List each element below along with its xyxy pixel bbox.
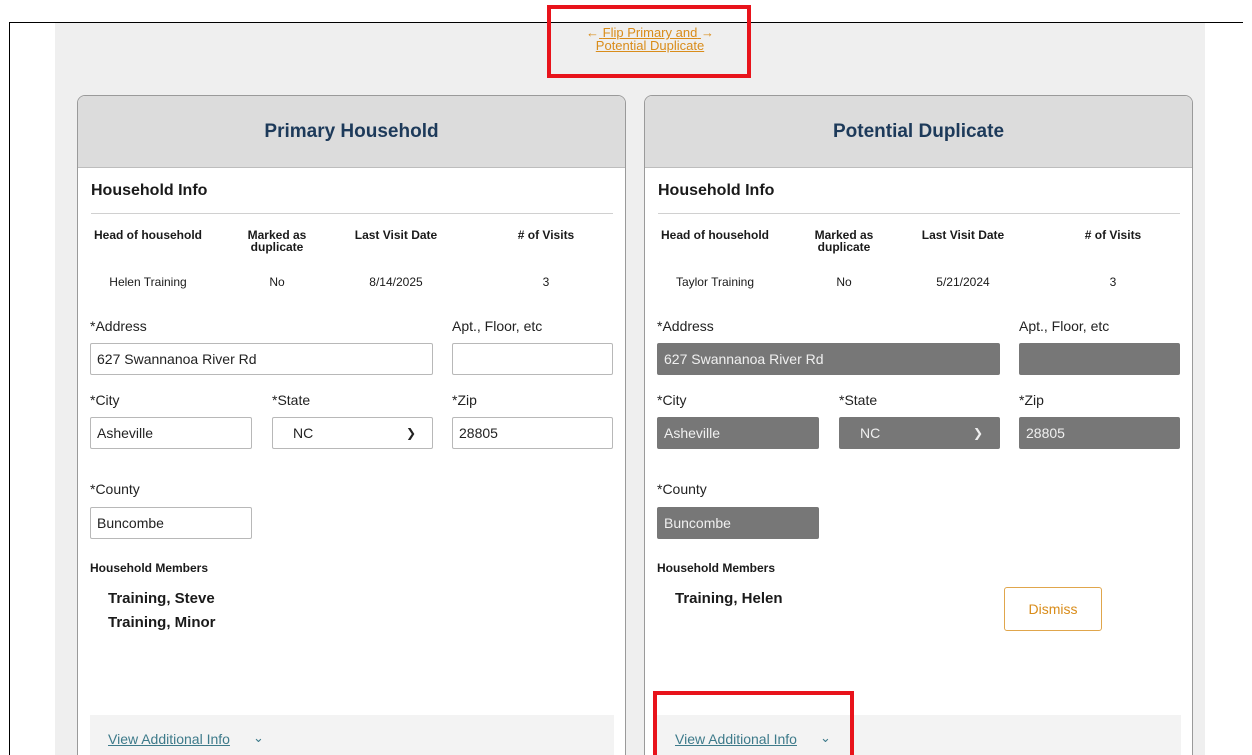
annotation-highlight-box (653, 691, 854, 755)
state-select: NC ❯ (839, 417, 1000, 449)
zip-input: 28805 (1019, 417, 1180, 449)
value-head: Taylor Training (675, 275, 755, 289)
col-header-visits: # of Visits (517, 228, 575, 242)
address-label: *Address (657, 318, 714, 334)
divider (658, 213, 1180, 214)
apt-input[interactable] (452, 343, 613, 375)
dismiss-button[interactable]: Dismiss (1004, 587, 1102, 631)
state-label: *State (272, 392, 311, 408)
section-title: Household Info (658, 182, 775, 199)
col-header-last-visit: Last Visit Date (354, 228, 438, 242)
address-input[interactable]: 627 Swannanoa River Rd (90, 343, 433, 375)
household-members-label: Household Members (657, 561, 776, 575)
city-label: *City (657, 392, 687, 408)
apt-input (1019, 343, 1180, 375)
primary-household-panel: Primary Household Household Info Head of… (77, 95, 626, 755)
value-head: Helen Training (109, 275, 187, 289)
col-header-last-visit: Last Visit Date (921, 228, 1005, 242)
value-visits: 3 (542, 275, 550, 289)
state-select[interactable]: NC ❯ (272, 417, 433, 449)
household-members-label: Household Members (90, 561, 209, 575)
county-input: Buncombe (657, 507, 819, 539)
city-input: Asheville (657, 417, 819, 449)
city-label: *City (90, 392, 120, 408)
member-name: Training, Helen (675, 590, 783, 607)
chevron-down-icon: ❯ (972, 426, 983, 440)
value-visits: 3 (1109, 275, 1117, 289)
chevron-down-icon: ❯ (405, 426, 416, 440)
member-name: Training, Minor (108, 614, 216, 631)
state-label: *State (839, 392, 878, 408)
value-last-visit: 5/21/2024 (936, 275, 990, 289)
chevron-down-icon[interactable]: ⌄ (253, 730, 264, 746)
state-value: NC (860, 425, 881, 441)
annotation-highlight-box (547, 5, 751, 78)
additional-info-bar: View Additional Info ⌄ (90, 715, 614, 755)
value-duplicate: No (269, 275, 285, 289)
section-title: Household Info (91, 182, 208, 199)
city-input[interactable]: Asheville (90, 417, 252, 449)
panel-title: Potential Duplicate (832, 120, 1005, 142)
value-duplicate: No (836, 275, 852, 289)
county-input[interactable]: Buncombe (90, 507, 252, 539)
zip-label: *Zip (1019, 392, 1044, 408)
panel-title: Primary Household (264, 120, 439, 142)
col-header-duplicate: Marked as duplicate (247, 228, 307, 254)
address-label: *Address (90, 318, 147, 334)
zip-input[interactable]: 28805 (452, 417, 613, 449)
zip-label: *Zip (452, 392, 477, 408)
duplicate-panel-header: Potential Duplicate (645, 96, 1192, 168)
state-value: NC (293, 425, 314, 441)
view-additional-info-link[interactable]: View Additional Info (108, 731, 230, 747)
col-header-duplicate: Marked as duplicate (814, 228, 874, 254)
value-last-visit: 8/14/2025 (369, 275, 423, 289)
apt-label: Apt., Floor, etc (1019, 318, 1110, 334)
address-input: 627 Swannanoa River Rd (657, 343, 1000, 375)
col-header-head: Head of household (661, 228, 769, 242)
potential-duplicate-panel: Potential Duplicate Household Info Head … (644, 95, 1193, 755)
col-header-visits: # of Visits (1084, 228, 1142, 242)
county-label: *County (90, 481, 140, 497)
col-header-head: Head of household (94, 228, 202, 242)
apt-label: Apt., Floor, etc (452, 318, 543, 334)
divider (91, 213, 613, 214)
county-label: *County (657, 481, 707, 497)
member-name: Training, Steve (108, 590, 215, 607)
primary-panel-header: Primary Household (78, 96, 625, 168)
